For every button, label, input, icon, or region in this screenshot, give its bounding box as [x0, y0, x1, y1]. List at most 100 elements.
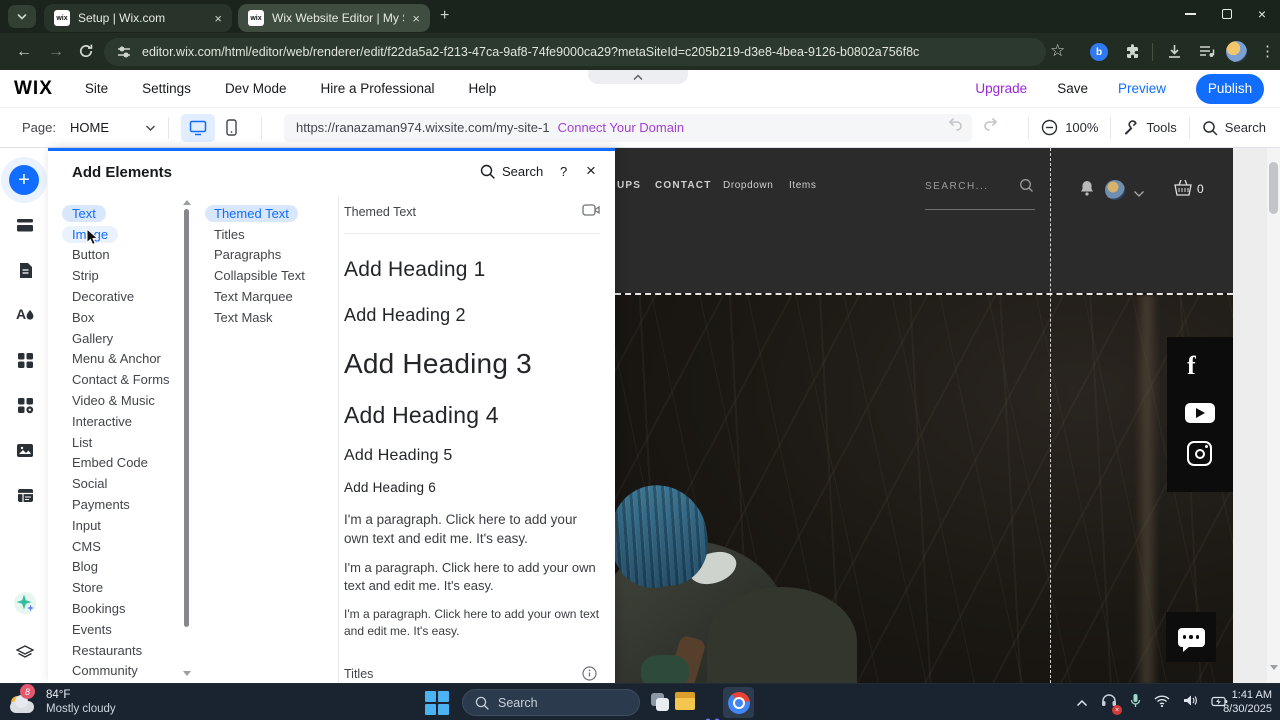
start-button[interactable] — [425, 691, 449, 715]
scrollbar-track[interactable] — [1267, 148, 1280, 683]
site-nav-dropdown[interactable]: Dropdown — [723, 180, 773, 191]
site-url-field[interactable]: https://ranazaman974.wixsite.com/my-site… — [283, 113, 972, 142]
category-input[interactable]: Input — [48, 515, 184, 536]
menu-dev-mode[interactable]: Dev Mode — [225, 81, 287, 96]
category-text[interactable]: Text — [48, 203, 184, 224]
collapse-handle[interactable] — [588, 70, 688, 84]
category-gallery[interactable]: Gallery — [48, 328, 184, 349]
category-interactive[interactable]: Interactive — [48, 411, 184, 432]
menu-site[interactable]: Site — [85, 81, 108, 96]
connect-your-domain-link[interactable]: Connect Your Domain — [558, 120, 684, 135]
site-search-icon[interactable] — [1019, 178, 1034, 198]
volume-icon[interactable] — [1183, 694, 1198, 712]
site-preview-canvas[interactable]: UPS CONTACT Dropdown Items SEARCH... 0 f — [615, 148, 1233, 683]
notification-bell-icon[interactable] — [1079, 179, 1095, 202]
add-heading-6-element[interactable]: Add Heading 6 — [344, 480, 436, 495]
tab-close-icon[interactable]: × — [412, 11, 420, 26]
ai-assistant-button[interactable] — [12, 590, 38, 616]
site-nav-item[interactable]: CONTACT — [655, 180, 712, 191]
category-menu-anchor[interactable]: Menu & Anchor — [48, 349, 184, 370]
weather-widget[interactable]: 8 84°F Mostly cloudy — [8, 684, 116, 717]
page-selector-chevron-icon[interactable] — [145, 119, 156, 137]
category-blog[interactable]: Blog — [48, 557, 184, 578]
add-elements-button[interactable]: + — [9, 165, 39, 195]
media-button[interactable] — [12, 437, 38, 463]
subcategory-collapsible-text[interactable]: Collapsible Text — [196, 265, 336, 286]
chat-widget-button[interactable] — [1166, 612, 1216, 662]
scrollbar-thumb[interactable] — [1269, 162, 1278, 214]
category-cms[interactable]: CMS — [48, 536, 184, 557]
tray-expand-chevron-icon[interactable] — [1076, 694, 1088, 712]
site-settings-icon[interactable] — [116, 44, 132, 60]
subcategory-titles[interactable]: Titles — [196, 224, 336, 245]
extension-icon[interactable]: b — [1090, 43, 1108, 61]
scroll-up-icon[interactable] — [183, 200, 191, 205]
browser-menu-kebab-icon[interactable]: ⋮ — [1260, 42, 1275, 60]
facebook-icon[interactable]: f — [1187, 351, 1196, 381]
paragraph-element-medium[interactable]: I'm a paragraph. Click here to add your … — [344, 559, 604, 595]
menu-settings[interactable]: Settings — [142, 81, 191, 96]
file-explorer-button[interactable] — [673, 690, 698, 715]
pages-menu-button[interactable] — [12, 257, 38, 283]
subcategory-text-mask[interactable]: Text Mask — [196, 307, 336, 328]
scroll-down-icon[interactable] — [183, 671, 191, 676]
category-box[interactable]: Box — [48, 307, 184, 328]
wifi-icon[interactable] — [1154, 694, 1170, 712]
subcategory-themed-text[interactable]: Themed Text — [196, 203, 336, 224]
url-bar[interactable]: editor.wix.com/html/editor/web/renderer/… — [104, 38, 1046, 66]
category-strip[interactable]: Strip — [48, 265, 184, 286]
window-minimize-button[interactable] — [1184, 13, 1196, 15]
audio-device-icon[interactable]: × — [1101, 693, 1122, 715]
category-payments[interactable]: Payments — [48, 494, 184, 515]
url-text[interactable]: editor.wix.com/html/editor/web/renderer/… — [142, 45, 919, 59]
social-bar[interactable]: f — [1167, 337, 1233, 492]
browser-tab-setup[interactable]: wix Setup | Wix.com × — [44, 4, 232, 32]
subcategory-text-marquee[interactable]: Text Marquee — [196, 286, 336, 307]
menu-help[interactable]: Help — [469, 81, 497, 96]
category-social[interactable]: Social — [48, 473, 184, 494]
downloads-icon[interactable] — [1166, 43, 1183, 65]
undo-button[interactable] — [946, 117, 964, 138]
forward-button[interactable]: → — [48, 43, 64, 61]
scrollbar-thumb[interactable] — [184, 209, 189, 627]
task-view-button[interactable] — [648, 690, 673, 715]
member-chevron-down-icon[interactable] — [1133, 185, 1145, 203]
site-header[interactable]: UPS CONTACT Dropdown Items SEARCH... 0 — [615, 148, 1233, 293]
bookmark-star-icon[interactable]: ☆ — [1050, 41, 1065, 61]
video-tutorial-icon[interactable] — [582, 203, 600, 222]
chrome-taskbar-button[interactable] — [723, 687, 754, 718]
youtube-icon[interactable] — [1185, 403, 1215, 423]
category-decorative[interactable]: Decorative — [48, 286, 184, 307]
reload-button[interactable] — [78, 43, 94, 64]
new-tab-button[interactable]: + — [440, 8, 449, 24]
desktop-view-button[interactable] — [180, 113, 215, 142]
upgrade-button[interactable]: Upgrade — [975, 81, 1027, 96]
site-nav-item[interactable]: UPS — [617, 180, 641, 191]
category-button[interactable]: Button — [48, 245, 184, 266]
member-avatar[interactable] — [1105, 180, 1125, 200]
app-market-button[interactable] — [12, 347, 38, 373]
save-button[interactable]: Save — [1057, 81, 1088, 96]
category-list-element[interactable]: List — [48, 432, 184, 453]
browser-tab-editor[interactable]: wix Wix Website Editor | My Site 1 × — [238, 4, 430, 32]
preview-button[interactable]: Preview — [1118, 81, 1166, 96]
back-button[interactable]: ← — [16, 43, 32, 61]
clock[interactable]: 1:41 AM 8/30/2025 — [1223, 689, 1272, 716]
add-heading-5-element[interactable]: Add Heading 5 — [344, 447, 452, 465]
category-community[interactable]: Community — [48, 661, 184, 682]
media-playlist-icon[interactable] — [1198, 44, 1215, 64]
cms-button[interactable] — [12, 482, 38, 508]
add-heading-4-element[interactable]: Add Heading 4 — [344, 402, 499, 429]
menu-hire-a-professional[interactable]: Hire a Professional — [320, 81, 434, 96]
redo-button[interactable] — [982, 117, 1000, 138]
instagram-icon[interactable] — [1187, 441, 1212, 466]
zoom-control[interactable]: 100% — [1041, 119, 1098, 136]
add-heading-2-element[interactable]: Add Heading 2 — [344, 305, 466, 326]
extensions-puzzle-icon[interactable] — [1124, 43, 1141, 65]
tab-close-icon[interactable]: × — [214, 11, 222, 26]
paragraph-element-small[interactable]: I'm a paragraph. Click here to add your … — [344, 606, 602, 639]
site-nav-item[interactable]: Items — [789, 180, 816, 191]
site-hero-section[interactable] — [615, 293, 1233, 683]
paragraph-element-large[interactable]: I'm a paragraph. Click here to add your … — [344, 511, 604, 548]
page-selector-value[interactable]: HOME — [70, 120, 109, 135]
